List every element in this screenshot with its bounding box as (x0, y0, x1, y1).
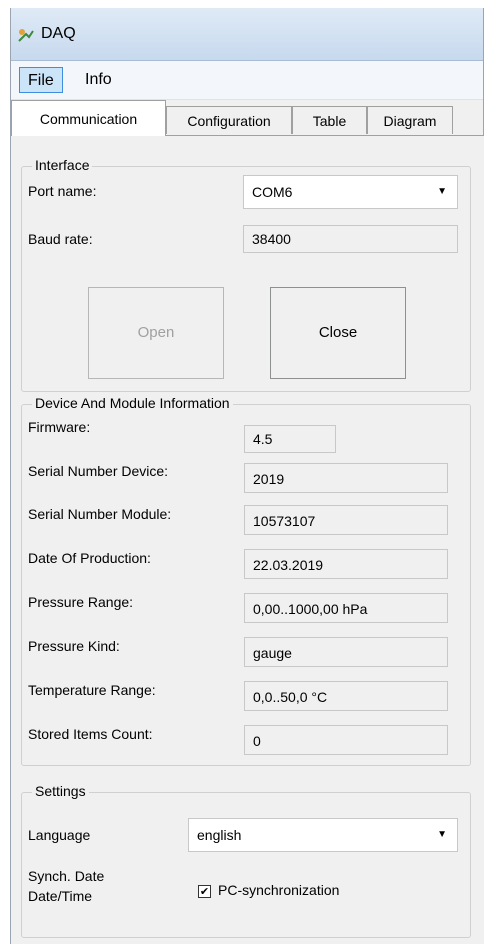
stored-items-label: Stored Items Count: (28, 726, 153, 742)
language-label: Language (28, 827, 91, 843)
communication-panel: Interface Port name: COM6 ▼ Baud rate: 3… (11, 135, 484, 944)
menu-file[interactable]: File (19, 67, 63, 93)
temperature-range-label: Temperature Range: (28, 682, 156, 698)
firmware-field[interactable]: 4.5 (244, 425, 336, 453)
serial-device-label: Serial Number Device: (28, 463, 169, 479)
baud-rate-field[interactable]: 38400 (243, 225, 458, 253)
tab-configuration[interactable]: Configuration (166, 106, 292, 134)
menu-info[interactable]: Info (77, 67, 120, 93)
pressure-kind-field[interactable]: gauge (244, 637, 448, 667)
settings-group-title: Settings (32, 783, 89, 799)
interface-group-title: Interface (32, 157, 93, 173)
port-name-label: Port name: (28, 183, 97, 199)
settings-group: Settings Language english ▼ Synch. Date … (21, 783, 471, 938)
close-button[interactable]: Close (270, 287, 406, 379)
chevron-down-icon: ▼ (437, 829, 447, 840)
tab-table[interactable]: Table (292, 106, 367, 134)
app-icon (18, 29, 34, 42)
tab-strip: Communication Configuration Table Diagra… (11, 100, 483, 136)
open-button[interactable]: Open (88, 287, 224, 379)
serial-module-label: Serial Number Module: (28, 506, 172, 522)
sync-label-line2: Date/Time (28, 888, 93, 904)
serial-device-field[interactable]: 2019 (244, 463, 448, 493)
pressure-range-field[interactable]: 0,00..1000,00 hPa (244, 593, 448, 623)
window-title: DAQ (41, 25, 76, 42)
tab-communication[interactable]: Communication (11, 100, 166, 136)
production-date-label: Date Of Production: (28, 550, 151, 566)
interface-group: Interface Port name: COM6 ▼ Baud rate: 3… (21, 157, 471, 392)
serial-module-field[interactable]: 10573107 (244, 505, 448, 535)
pc-sync-checkbox-label[interactable]: PC-synchronization (218, 882, 339, 898)
title-bar[interactable]: DAQ (11, 8, 483, 61)
production-date-field[interactable]: 22.03.2019 (244, 549, 448, 579)
temperature-range-field[interactable]: 0,0..50,0 °C (244, 681, 448, 711)
device-info-group-title: Device And Module Information (32, 395, 233, 411)
tab-diagram[interactable]: Diagram (367, 106, 453, 134)
language-value: english (197, 827, 242, 843)
port-name-select[interactable]: COM6 ▼ (243, 175, 458, 209)
chevron-down-icon: ▼ (437, 186, 447, 197)
stored-items-field[interactable]: 0 (244, 725, 448, 755)
device-info-group: Device And Module Information Firmware: … (21, 395, 471, 766)
port-name-value: COM6 (252, 184, 293, 200)
baud-rate-label: Baud rate: (28, 231, 93, 247)
daq-window: DAQ File Info Communication Configuratio… (10, 8, 484, 944)
pressure-range-label: Pressure Range: (28, 594, 134, 610)
pc-sync-checkbox[interactable]: ✔ (198, 885, 211, 898)
pressure-kind-label: Pressure Kind: (28, 638, 120, 654)
language-select[interactable]: english ▼ (188, 818, 458, 852)
menu-bar: File Info (11, 61, 483, 100)
firmware-label: Firmware: (28, 419, 91, 435)
sync-label-line1: Synch. Date (28, 868, 105, 884)
